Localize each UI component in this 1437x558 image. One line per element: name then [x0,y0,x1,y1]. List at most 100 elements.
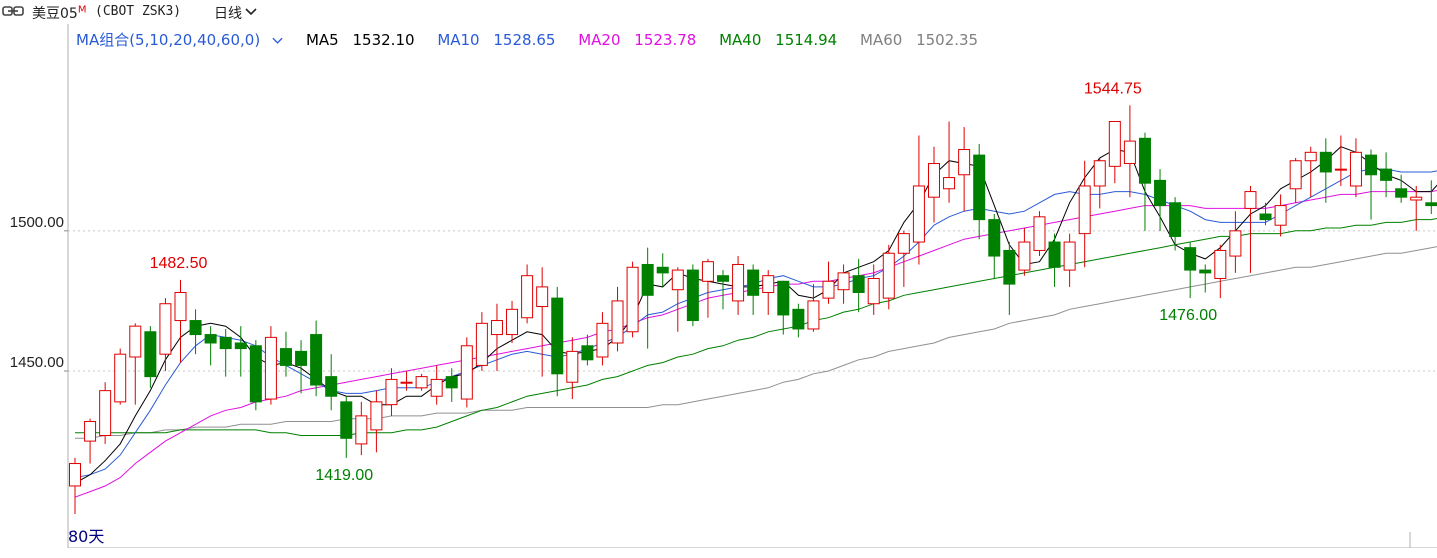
candle-body[interactable] [1334,168,1347,171]
candle-body[interactable] [943,177,956,190]
candle-body[interactable] [189,320,202,336]
candle-body[interactable] [927,163,940,198]
candle-body[interactable] [973,154,986,221]
candle-body[interactable] [536,286,549,308]
candle-body[interactable] [701,261,714,282]
candle-body[interactable] [1380,168,1393,181]
candle-body[interactable] [234,342,247,350]
candle-body[interactable] [415,376,428,389]
period-selector[interactable]: 日线 [214,3,257,23]
candle-body[interactable] [1154,179,1167,207]
candle-body[interactable] [490,320,503,336]
candle-body[interactable] [355,415,368,445]
candle-body[interactable] [671,269,684,291]
candle-body[interactable] [611,300,624,344]
candle-body[interactable] [129,325,142,358]
candle-body[interactable] [1199,269,1212,274]
candle-body[interactable] [1365,154,1378,176]
candle-body[interactable] [747,269,760,296]
candle-body[interactable] [1123,140,1136,165]
candle-body[interactable] [295,350,308,366]
candle-body[interactable] [430,378,443,397]
candle-body[interactable] [1078,185,1091,235]
candle-body[interactable] [867,277,880,305]
candle-body[interactable] [686,269,699,322]
candle-body[interactable] [1349,151,1362,187]
candle-body[interactable] [807,300,820,330]
candle-body[interactable] [1018,241,1031,271]
candle-body[interactable] [1184,247,1197,271]
candle-body[interactable] [1138,137,1151,184]
candle-body[interactable] [325,376,338,397]
candle-body[interactable] [732,263,745,302]
candle-body[interactable] [1319,151,1332,173]
candle-body[interactable] [912,185,925,243]
candle-body[interactable] [1169,202,1182,237]
candle-body[interactable] [69,463,81,487]
candle-body[interactable] [1003,249,1016,285]
candle-body[interactable] [1108,120,1121,167]
ma20-line [74,190,1437,498]
candle-body[interactable] [1410,196,1423,201]
candle-body[interactable] [1304,151,1317,162]
candle-body[interactable] [1048,241,1061,268]
chain-link-icon[interactable] [2,5,24,21]
candle-body[interactable] [852,275,865,294]
candle-body[interactable] [219,336,232,350]
candle-body[interactable] [656,266,669,274]
candle-body[interactable] [988,219,1001,257]
candle-body[interactable] [279,348,292,366]
candle-body[interactable] [626,266,639,333]
symbol-name[interactable]: 美豆05M [32,3,86,23]
candle-body[interactable] [174,292,187,322]
candle-body[interactable] [641,263,654,296]
candle-body[interactable] [264,336,277,400]
candle-body[interactable] [1259,213,1272,221]
candle-body[interactable] [144,331,157,378]
ma40-line [75,218,1437,436]
candle-body[interactable] [837,272,850,291]
candle-body[interactable] [1425,202,1437,207]
candle-body[interactable] [792,308,805,330]
candle-body[interactable] [566,350,579,383]
candle-body[interactable] [445,376,458,389]
candle-body[interactable] [249,345,262,403]
candle-body[interactable] [777,280,790,316]
candle-body[interactable] [99,390,112,436]
candle-body[interactable] [822,280,835,299]
candle-body[interactable] [370,401,383,431]
candle-body[interactable] [717,275,730,282]
candle-body[interactable] [310,334,323,386]
candle-body[interactable] [506,308,519,336]
candle-body[interactable] [385,378,398,406]
candle-body[interactable] [1214,249,1227,279]
candle-body[interactable] [1229,230,1242,257]
candle-body[interactable] [1289,160,1302,190]
candle-body[interactable] [84,420,97,442]
candle-body[interactable] [114,353,127,403]
candle-body[interactable] [521,275,534,319]
chart-svg[interactable]: 1500.00 1450.00 1482.50 1419.00 1544.75 1476.… [0,24,1437,554]
candle-body[interactable] [1395,188,1408,198]
candle-body[interactable] [1244,191,1257,209]
candle-body[interactable] [340,401,353,439]
candle-body[interactable] [1063,241,1076,271]
candle-body[interactable] [475,322,488,366]
candle-body[interactable] [882,252,895,299]
price-annotation: 1476.00 [1159,307,1217,324]
candle-body[interactable] [1274,205,1287,226]
candle-body[interactable] [551,297,564,375]
candle-body[interactable] [204,334,217,344]
candlestick-chart[interactable]: 1500.00 1450.00 1482.50 1419.00 1544.75 1476.… [0,24,1437,554]
candle-body[interactable] [1033,216,1046,251]
candle-body[interactable] [581,345,594,361]
candle-body[interactable] [159,303,172,355]
candle-body[interactable] [958,149,971,176]
candle-body[interactable] [400,381,413,384]
ma10-line [74,168,1437,479]
candle-body[interactable] [762,275,775,294]
candle-body[interactable] [596,322,609,358]
candle-body[interactable] [460,345,473,400]
candle-body[interactable] [897,233,910,254]
candle-body[interactable] [1093,160,1106,187]
